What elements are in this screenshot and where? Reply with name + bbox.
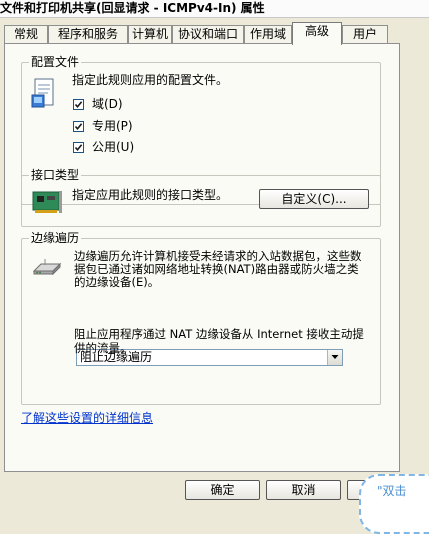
tab-strip: 常规 程序和服务 计算机 协议和端口 作用域 高级 用户 (0, 22, 429, 45)
public-checkbox[interactable] (73, 142, 84, 153)
edge-traversal-group-title: 边缘遍历 (29, 231, 82, 245)
public-label: 公用(U) (92, 140, 135, 154)
private-label: 专用(P) (92, 119, 133, 133)
network-card-icon (31, 189, 63, 215)
overlay-balloon: "双击 (359, 474, 429, 534)
edge-traversal-detail: 阻止应用程序通过 NAT 边缘设备从 Internet 接收主动提供的流量。 (74, 327, 364, 355)
advanced-tab-panel: 配置文件 指定此规则应用的配置文件。 域(D) 专用(P) 公用(U) 接口类型 (4, 43, 400, 472)
tab-protocols-ports[interactable]: 协议和端口 (172, 25, 244, 43)
edge-traversal-icon (31, 255, 63, 279)
domain-label: 域(D) (92, 97, 123, 111)
profiles-group-title: 配置文件 (29, 55, 82, 69)
overlay-text: "双击 (377, 484, 407, 498)
tab-scope[interactable]: 作用域 (244, 25, 292, 43)
profiles-description: 指定此规则应用的配置文件。 (72, 73, 229, 87)
domain-checkbox[interactable] (73, 99, 84, 110)
profiles-icon (31, 78, 57, 108)
edge-traversal-description: 边缘遍历允许计算机接受未经请求的入站数据包，这些数据包已通过诸如网络地址转换(N… (74, 249, 362, 289)
window-title: 文件和打印机共享(回显请求 - ICMPv4-In) 属性 (0, 0, 429, 18)
tab-advanced[interactable]: 高级 (292, 22, 342, 45)
interface-types-description: 指定应用此规则的接口类型。 (72, 188, 229, 202)
interface-types-group-title: 接口类型 (29, 168, 82, 182)
tab-users[interactable]: 用户 (342, 25, 388, 43)
ok-button[interactable]: 确定 (185, 480, 260, 500)
tab-programs-services[interactable]: 程序和服务 (48, 25, 128, 43)
customize-button[interactable]: 自定义(C)... (259, 189, 369, 209)
learn-more-link[interactable]: 了解这些设置的详细信息 (21, 409, 153, 426)
tab-general[interactable]: 常规 (4, 25, 48, 43)
tab-computers[interactable]: 计算机 (128, 25, 172, 43)
private-checkbox[interactable] (73, 121, 84, 132)
cancel-button[interactable]: 取消 (266, 480, 341, 500)
